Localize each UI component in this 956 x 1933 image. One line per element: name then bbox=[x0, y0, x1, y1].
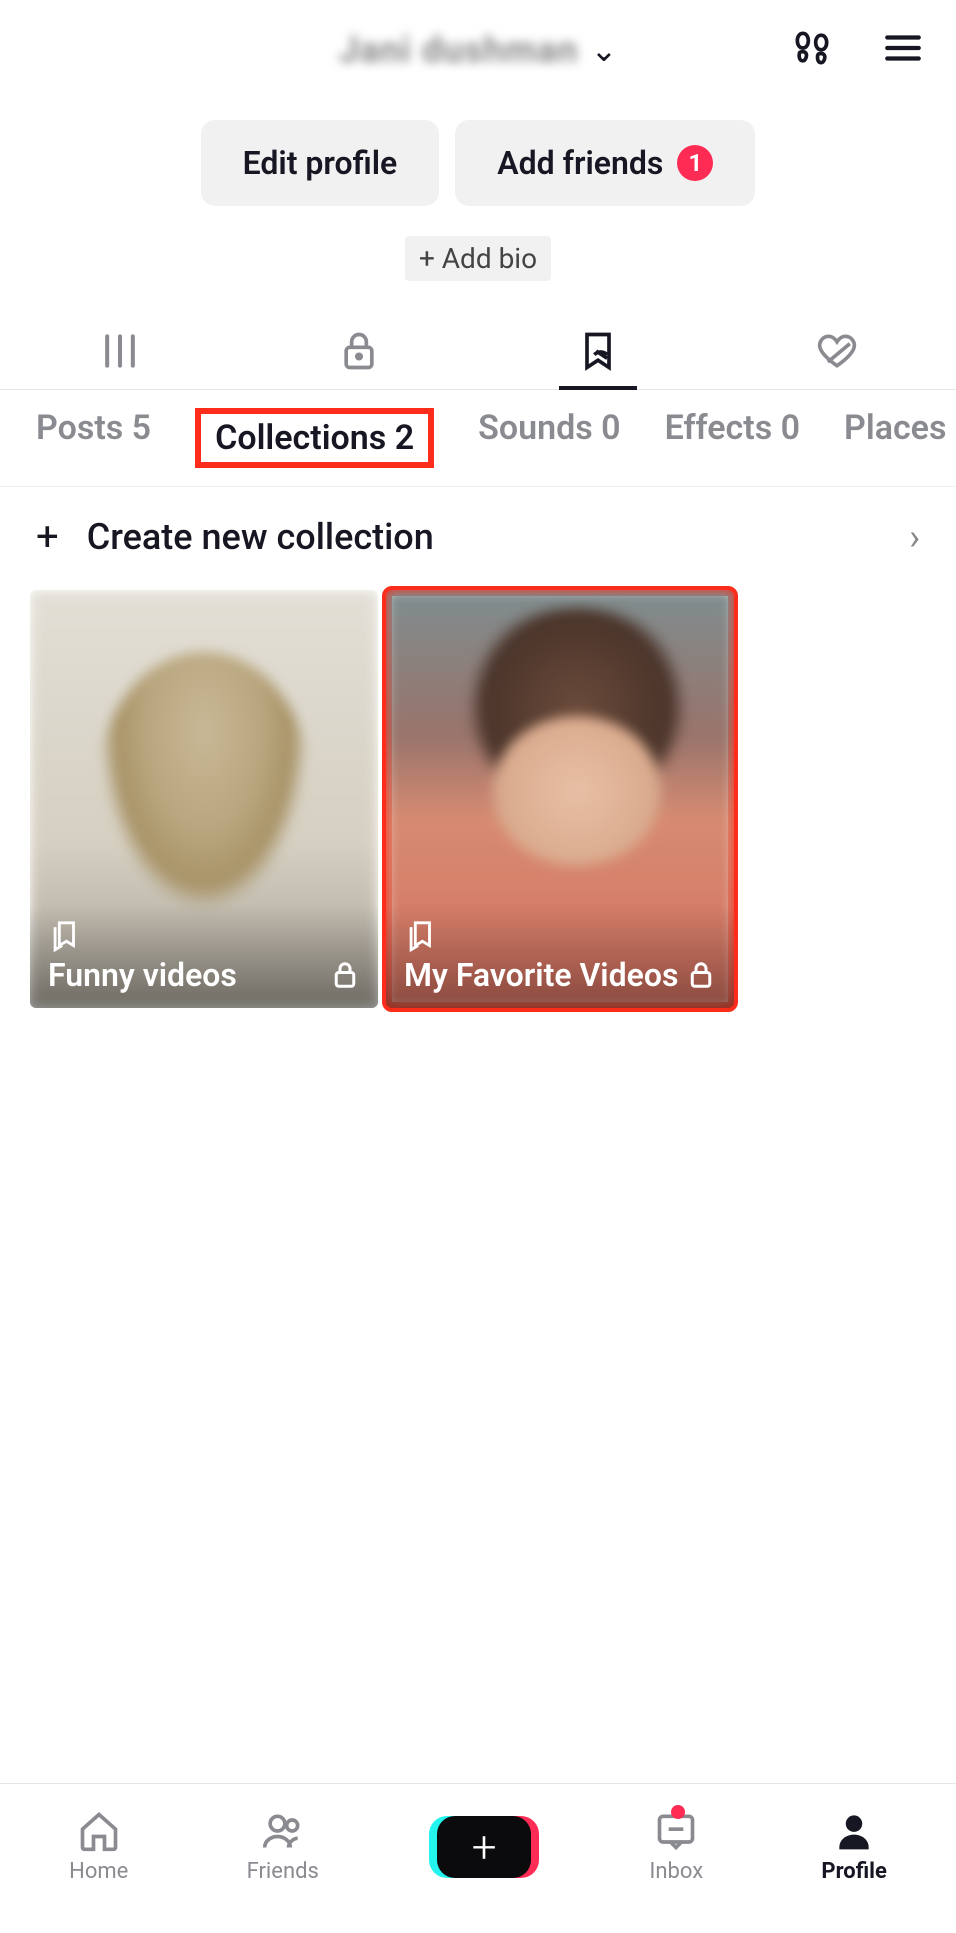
content-tabs bbox=[0, 313, 956, 390]
create-collection-label: Create new collection bbox=[87, 516, 881, 558]
add-bio-button[interactable]: + Add bio bbox=[405, 236, 551, 281]
tab-liked[interactable] bbox=[717, 313, 956, 389]
nav-label: Friends bbox=[247, 1859, 319, 1884]
subtab-collections[interactable]: Collections 2 bbox=[195, 408, 434, 468]
username-label: Jani dushman bbox=[339, 29, 579, 71]
collection-card[interactable]: Funny videos bbox=[30, 590, 378, 1008]
tab-private[interactable] bbox=[239, 313, 478, 389]
menu-icon[interactable] bbox=[882, 27, 924, 73]
bottom-nav: Home Friends + Inbox Profile bbox=[0, 1783, 956, 1933]
plus-icon: + bbox=[437, 1816, 531, 1878]
nav-label: Inbox bbox=[649, 1859, 703, 1884]
sub-tabs: Posts 5 Collections 2 Sounds 0 Effects 0… bbox=[0, 390, 956, 487]
subtab-places[interactable]: Places bbox=[844, 408, 946, 468]
profile-header: Jani dushman ⌄ bbox=[0, 0, 956, 100]
activity-icon[interactable] bbox=[790, 26, 834, 74]
subtab-posts[interactable]: Posts 5 bbox=[36, 408, 151, 468]
profile-icon bbox=[832, 1809, 876, 1853]
nav-friends[interactable]: Friends bbox=[247, 1809, 319, 1884]
nav-home[interactable]: Home bbox=[69, 1809, 128, 1884]
collection-name: My Favorite Videos bbox=[404, 956, 678, 994]
add-friends-label: Add friends bbox=[497, 144, 663, 182]
home-icon bbox=[77, 1809, 121, 1853]
collections-grid: Funny videos My Favorite Videos bbox=[0, 590, 956, 1008]
bookmark-stack-icon bbox=[404, 920, 438, 954]
lock-icon bbox=[686, 960, 716, 990]
nav-inbox[interactable]: Inbox bbox=[649, 1809, 703, 1884]
nav-create[interactable]: + bbox=[437, 1816, 531, 1878]
profile-actions: Edit profile Add friends 1 bbox=[0, 100, 956, 212]
plus-icon: + bbox=[36, 513, 59, 560]
edit-profile-label: Edit profile bbox=[243, 144, 398, 182]
add-friends-button[interactable]: Add friends 1 bbox=[455, 120, 755, 206]
nav-label: Profile bbox=[821, 1859, 886, 1884]
add-friends-badge: 1 bbox=[677, 145, 713, 181]
edit-profile-button[interactable]: Edit profile bbox=[201, 120, 440, 206]
subtab-sounds[interactable]: Sounds 0 bbox=[478, 408, 620, 468]
tab-posts[interactable] bbox=[0, 313, 239, 389]
tab-saved[interactable] bbox=[478, 313, 717, 389]
chevron-down-icon: ⌄ bbox=[590, 31, 617, 69]
chevron-right-icon: › bbox=[909, 516, 920, 558]
collection-name: Funny videos bbox=[48, 956, 237, 994]
subtab-effects[interactable]: Effects 0 bbox=[665, 408, 800, 468]
bookmark-stack-icon bbox=[48, 920, 82, 954]
add-bio-row: + Add bio bbox=[0, 212, 956, 313]
lock-icon bbox=[330, 960, 360, 990]
friends-icon bbox=[261, 1809, 305, 1853]
username-dropdown[interactable]: Jani dushman ⌄ bbox=[339, 29, 618, 71]
nav-profile[interactable]: Profile bbox=[821, 1809, 886, 1884]
collection-card[interactable]: My Favorite Videos bbox=[386, 590, 734, 1008]
nav-label: Home bbox=[69, 1859, 128, 1884]
create-collection-button[interactable]: + Create new collection › bbox=[0, 487, 956, 590]
